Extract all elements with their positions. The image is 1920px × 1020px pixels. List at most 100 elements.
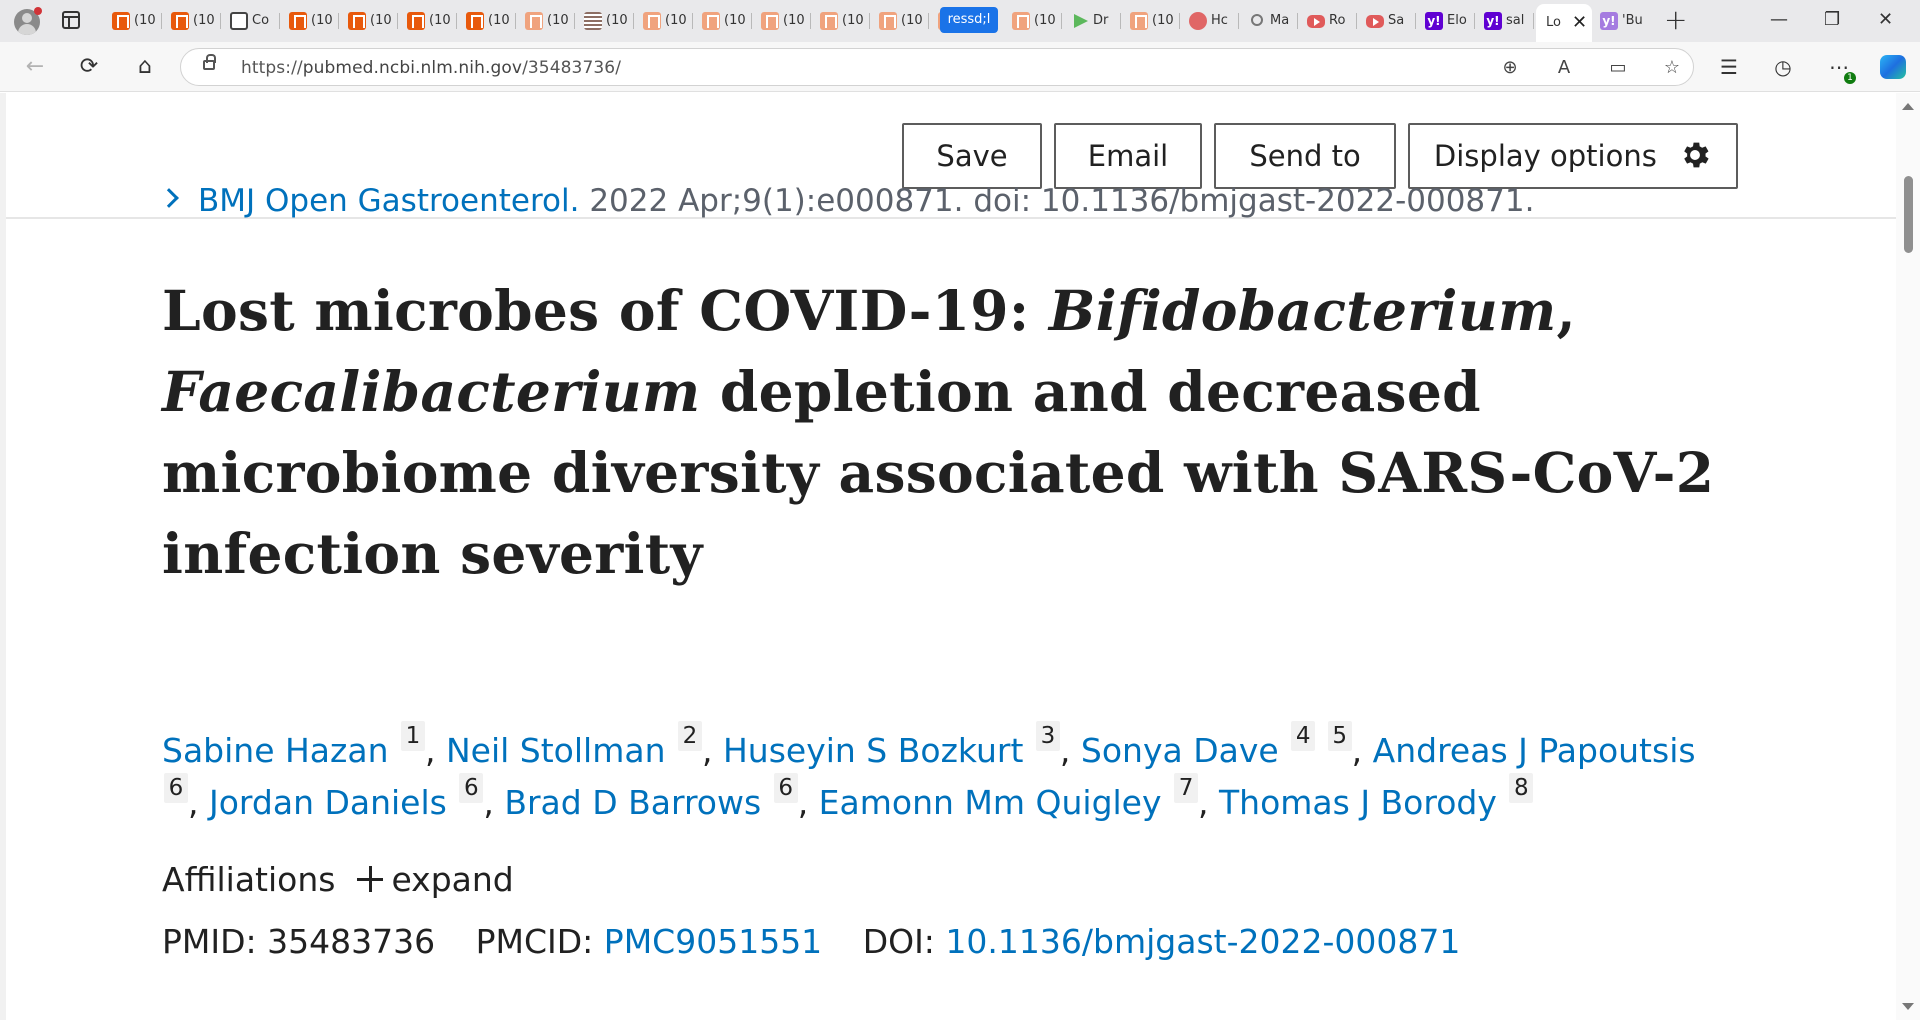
chevron-right-icon[interactable] xyxy=(159,187,179,208)
browser-tab[interactable]: y! Elo xyxy=(1419,6,1475,36)
send-to-button[interactable]: Send to xyxy=(1214,123,1396,189)
browser-tab[interactable]: (10 xyxy=(519,6,575,36)
tab-label: Hc xyxy=(1211,13,1228,28)
expand-plus-icon[interactable] xyxy=(357,865,384,892)
scroll-down-arrow-icon[interactable] xyxy=(1902,1003,1914,1010)
browser-tab[interactable]: (10 xyxy=(814,6,870,36)
read-aloud-icon[interactable]: A xyxy=(1553,57,1575,79)
browser-tab[interactable]: Co xyxy=(224,6,280,36)
favorite-star-icon[interactable]: ☆ xyxy=(1661,57,1683,79)
author-link[interactable]: Sabine Hazan xyxy=(162,731,389,770)
browser-tab[interactable]: Sa xyxy=(1360,6,1416,36)
tab-separator xyxy=(456,13,457,29)
new-tab-button[interactable]: + xyxy=(1664,6,1687,34)
pmcid-link[interactable]: PMC9051551 xyxy=(604,922,822,961)
history-icon[interactable]: ◷ xyxy=(1770,54,1796,80)
tab-label: Lo xyxy=(1546,15,1561,30)
browser-tab[interactable]: (10 xyxy=(696,6,752,36)
tab-separator xyxy=(869,13,870,29)
tab-separator xyxy=(1356,13,1357,29)
author-link[interactable]: Neil Stollman xyxy=(446,731,666,770)
copilot-icon[interactable] xyxy=(1880,55,1906,79)
address-bar[interactable]: https://pubmed.ncbi.nlm.nih.gov/35483736… xyxy=(180,48,1694,86)
browser-tab[interactable]: (10 xyxy=(401,6,457,36)
browser-tab[interactable]: (10 xyxy=(873,6,929,36)
browser-tab-strip: (10 (10 Co (10 (10 (10 (10 (10 (10 (10 (10 (10 (10 (1… xyxy=(0,0,1920,42)
tab-actions-icon[interactable] xyxy=(62,11,80,29)
tab-label: (10 xyxy=(901,13,923,28)
scroll-up-arrow-icon[interactable] xyxy=(1902,103,1914,110)
browser-tab[interactable]: Ma xyxy=(1242,6,1298,36)
tab-active[interactable]: Lo ✕ xyxy=(1536,4,1592,42)
author-link[interactable]: Sonya Dave xyxy=(1081,731,1279,770)
affiliation-badge[interactable]: 6 xyxy=(164,773,188,803)
browser-tab[interactable]: (10 xyxy=(342,6,398,36)
display-options-button[interactable]: Display options xyxy=(1408,123,1738,189)
author-link[interactable]: Huseyin S Bozkurt xyxy=(723,731,1023,770)
scrollbar-thumb[interactable] xyxy=(1904,176,1913,253)
page-scrollbar[interactable] xyxy=(1896,93,1920,1020)
author-link[interactable]: Brad D Barrows xyxy=(504,783,761,822)
tab-separator xyxy=(633,13,634,29)
email-button[interactable]: Email xyxy=(1054,123,1202,189)
immersive-reader-icon[interactable]: ▭ xyxy=(1607,57,1629,79)
article-identifiers: PMID: 35483736 PMCID: PMC9051551 DOI: 10… xyxy=(162,922,1460,961)
browser-tab[interactable]: (10 xyxy=(165,6,221,36)
refresh-icon[interactable]: ⟳ xyxy=(76,54,102,80)
bookmark-light-icon xyxy=(1130,12,1148,30)
browser-tab[interactable]: (10 xyxy=(283,6,339,36)
affiliation-badge[interactable]: 7 xyxy=(1174,773,1199,803)
author-link[interactable]: Andreas J Papoutsis xyxy=(1373,731,1696,770)
youtube-icon xyxy=(1307,15,1325,28)
author-link[interactable]: Jordan Daniels xyxy=(209,783,447,822)
restore-button[interactable]: ❐ xyxy=(1824,8,1840,32)
browser-tab[interactable]: (10 xyxy=(106,6,162,36)
affiliation-badge[interactable]: 4 xyxy=(1291,721,1316,751)
minimize-button[interactable]: — xyxy=(1770,8,1788,32)
browser-tab[interactable]: (10 xyxy=(637,6,693,36)
bookmark-light-icon xyxy=(525,12,543,30)
tab-separator xyxy=(1415,13,1416,29)
browser-tab[interactable]: (10 xyxy=(755,6,811,36)
browser-tab[interactable]: Dr xyxy=(1065,6,1121,36)
grid-icon xyxy=(584,12,602,30)
close-tab-icon[interactable]: ✕ xyxy=(1572,14,1587,32)
tab-separator xyxy=(1297,13,1298,29)
author-link[interactable]: Eamonn Mm Quigley xyxy=(819,783,1162,822)
zoom-icon[interactable]: ⊕ xyxy=(1499,57,1521,79)
extension-badge-icon: 1 xyxy=(1844,72,1856,84)
affiliation-badge[interactable]: 1 xyxy=(401,721,425,751)
tab-separator xyxy=(161,13,162,29)
author-link[interactable]: Thomas J Borody xyxy=(1219,783,1497,822)
affiliation-badge[interactable]: 3 xyxy=(1035,721,1060,751)
affiliation-badge[interactable]: 2 xyxy=(678,721,702,751)
favorites-icon[interactable]: ☰ xyxy=(1716,54,1742,80)
doi-link[interactable]: 10.1136/bmjgast-2022-000871 xyxy=(945,922,1460,961)
journal-link[interactable]: BMJ Open Gastroenterol. xyxy=(198,183,579,219)
affiliation-badge[interactable]: 6 xyxy=(459,773,484,803)
affiliation-badge[interactable]: 8 xyxy=(1509,773,1534,803)
browser-tab[interactable]: (10 xyxy=(1124,6,1180,36)
affiliation-badge[interactable]: 5 xyxy=(1327,721,1352,751)
expand-affiliations-button[interactable]: expand xyxy=(391,860,513,899)
browser-tab[interactable]: Ro xyxy=(1301,6,1357,36)
browser-tab[interactable]: Hc xyxy=(1183,6,1239,36)
yahoo-icon: y! xyxy=(1425,12,1443,30)
browser-tab[interactable]: (10 xyxy=(1006,6,1062,36)
address-url[interactable]: https://pubmed.ncbi.nlm.nih.gov/35483736… xyxy=(241,58,621,78)
bookmark-light-icon xyxy=(643,12,661,30)
tab-last[interactable]: y! 'Bu xyxy=(1594,6,1650,36)
home-icon[interactable]: ⌂ xyxy=(132,54,158,80)
site-info-lock-icon[interactable] xyxy=(203,54,216,70)
close-window-button[interactable]: ✕ xyxy=(1878,8,1893,32)
citation-details: 2022 Apr;9(1):e000871. doi: 10.1136/bmjg… xyxy=(579,183,1535,219)
browser-tab[interactable]: (10 xyxy=(460,6,516,36)
back-icon[interactable]: ← xyxy=(22,54,48,80)
affiliation-badge[interactable]: 6 xyxy=(773,773,798,803)
tab-separator xyxy=(1179,13,1180,29)
save-button[interactable]: Save xyxy=(902,123,1042,189)
browser-tab[interactable]: y! sal xyxy=(1478,6,1534,36)
tab-highlighted[interactable]: ressd;l xyxy=(940,7,998,33)
browser-tab[interactable]: (10 xyxy=(578,6,634,36)
tab-label: Elo xyxy=(1447,13,1467,28)
